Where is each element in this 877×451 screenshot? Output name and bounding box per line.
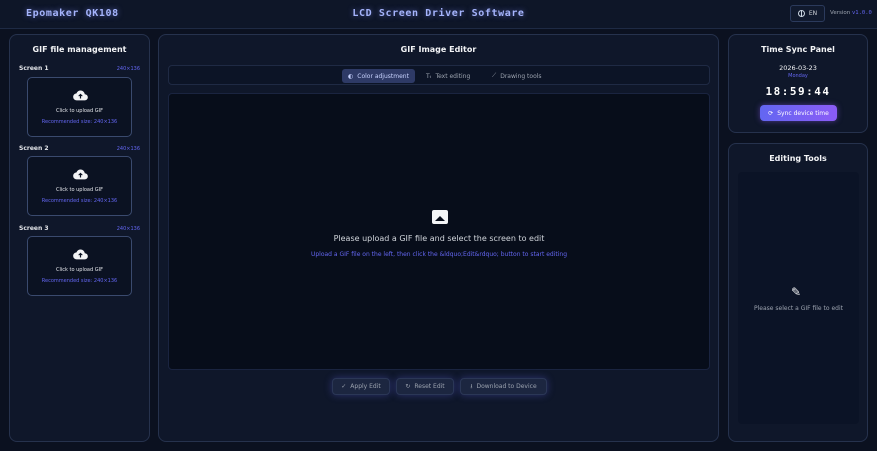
current-date: 2026-03-23: [779, 64, 817, 72]
reset-label: Reset Edit: [414, 383, 445, 390]
screen-2-upload[interactable]: Click to upload GIF Recommended size: 24…: [27, 156, 132, 216]
refresh-icon: ↻: [405, 383, 411, 390]
tab-color-adjustment[interactable]: ◐ Color adjustment: [342, 69, 415, 83]
brush-icon: ⟋: [492, 72, 497, 79]
screen-1-size: 240×136: [116, 66, 140, 72]
upload-text: Click to upload GIF: [56, 187, 103, 193]
palette-icon: ◐: [348, 72, 354, 80]
apply-edit-button[interactable]: ✓ Apply Edit: [332, 378, 390, 395]
tab-label: Text editing: [435, 72, 471, 80]
canvas-placeholder-subtitle: Upload a GIF file on the left, then clic…: [310, 251, 568, 258]
editing-tools-panel: Editing Tools ✎ Please select a GIF file…: [728, 143, 868, 442]
app-header: Epomaker QK108 LCD Screen Driver Softwar…: [0, 0, 877, 29]
cloud-upload-icon: [73, 90, 88, 101]
current-time: 18:59:44: [765, 85, 831, 98]
image-icon: [432, 210, 448, 224]
check-icon: ✓: [341, 383, 347, 390]
editor-tabs: ◐ Color adjustment Tₜ Text editing ⟋ Dra…: [168, 65, 710, 85]
reset-edit-button[interactable]: ↻ Reset Edit: [396, 378, 454, 395]
apply-label: Apply Edit: [350, 383, 381, 390]
upload-text: Click to upload GIF: [56, 108, 103, 114]
text-icon: Tₜ: [426, 72, 432, 80]
download-label: Download to Device: [476, 383, 537, 390]
gif-editor-panel: GIF Image Editor ◐ Color adjustment Tₜ T…: [158, 34, 719, 442]
panel-title: Editing Tools: [769, 154, 827, 163]
upload-hint: Recommended size: 240×136: [41, 198, 118, 204]
app-title: LCD Screen Driver Software: [352, 8, 525, 19]
version-number: v1.0.0: [851, 10, 872, 16]
panel-title: Time Sync Panel: [761, 45, 835, 54]
screen-1-label: Screen 1: [19, 65, 49, 72]
tools-empty-message: Please select a GIF file to edit: [754, 305, 843, 312]
globe-icon: [797, 10, 805, 17]
sync-icon: ⟳: [768, 109, 774, 117]
time-sync-panel: Time Sync Panel 2026-03-23 Monday 18:59:…: [728, 34, 868, 133]
sync-device-time-button[interactable]: ⟳ Sync device time: [760, 105, 837, 121]
screen-3-label: Screen 3: [19, 225, 49, 232]
download-icon: ⭳: [470, 382, 473, 390]
screen-2-size: 240×136: [116, 146, 140, 152]
language-button[interactable]: EN: [790, 5, 825, 22]
tools-area: ✎ Please select a GIF file to edit: [738, 172, 859, 424]
current-weekday: Monday: [788, 73, 808, 79]
gif-management-panel: GIF file management Screen 1 240×136 Cli…: [9, 34, 150, 442]
upload-hint: Recommended size: 240×136: [41, 278, 118, 284]
pencil-icon: ✎: [791, 285, 802, 299]
cloud-upload-icon: [73, 169, 88, 180]
tab-label: Drawing tools: [500, 72, 542, 80]
panel-title: GIF Image Editor: [400, 45, 477, 54]
screen-3-size: 240×136: [116, 226, 140, 232]
tab-text-editing[interactable]: Tₜ Text editing: [420, 69, 476, 83]
screen-3-upload[interactable]: Click to upload GIF Recommended size: 24…: [27, 236, 132, 296]
cloud-upload-icon: [73, 249, 88, 260]
tab-drawing-tools[interactable]: ⟋ Drawing tools: [486, 69, 548, 83]
panel-title: GIF file management: [32, 45, 127, 54]
tab-label: Color adjustment: [357, 72, 409, 80]
language-label: EN: [808, 10, 818, 17]
editor-canvas[interactable]: Please upload a GIF file and select the …: [168, 93, 710, 370]
screen-2-label: Screen 2: [19, 145, 49, 152]
screen-1-upload[interactable]: Click to upload GIF Recommended size: 24…: [27, 77, 132, 137]
upload-text: Click to upload GIF: [56, 267, 103, 273]
upload-hint: Recommended size: 240×136: [41, 119, 118, 125]
download-to-device-button[interactable]: ⭳ Download to Device: [460, 378, 547, 395]
version-info: Version v1.0.0: [830, 10, 872, 16]
version-label: Version: [830, 10, 851, 16]
canvas-placeholder-title: Please upload a GIF file and select the …: [333, 234, 545, 243]
sync-label: Sync device time: [777, 109, 829, 117]
